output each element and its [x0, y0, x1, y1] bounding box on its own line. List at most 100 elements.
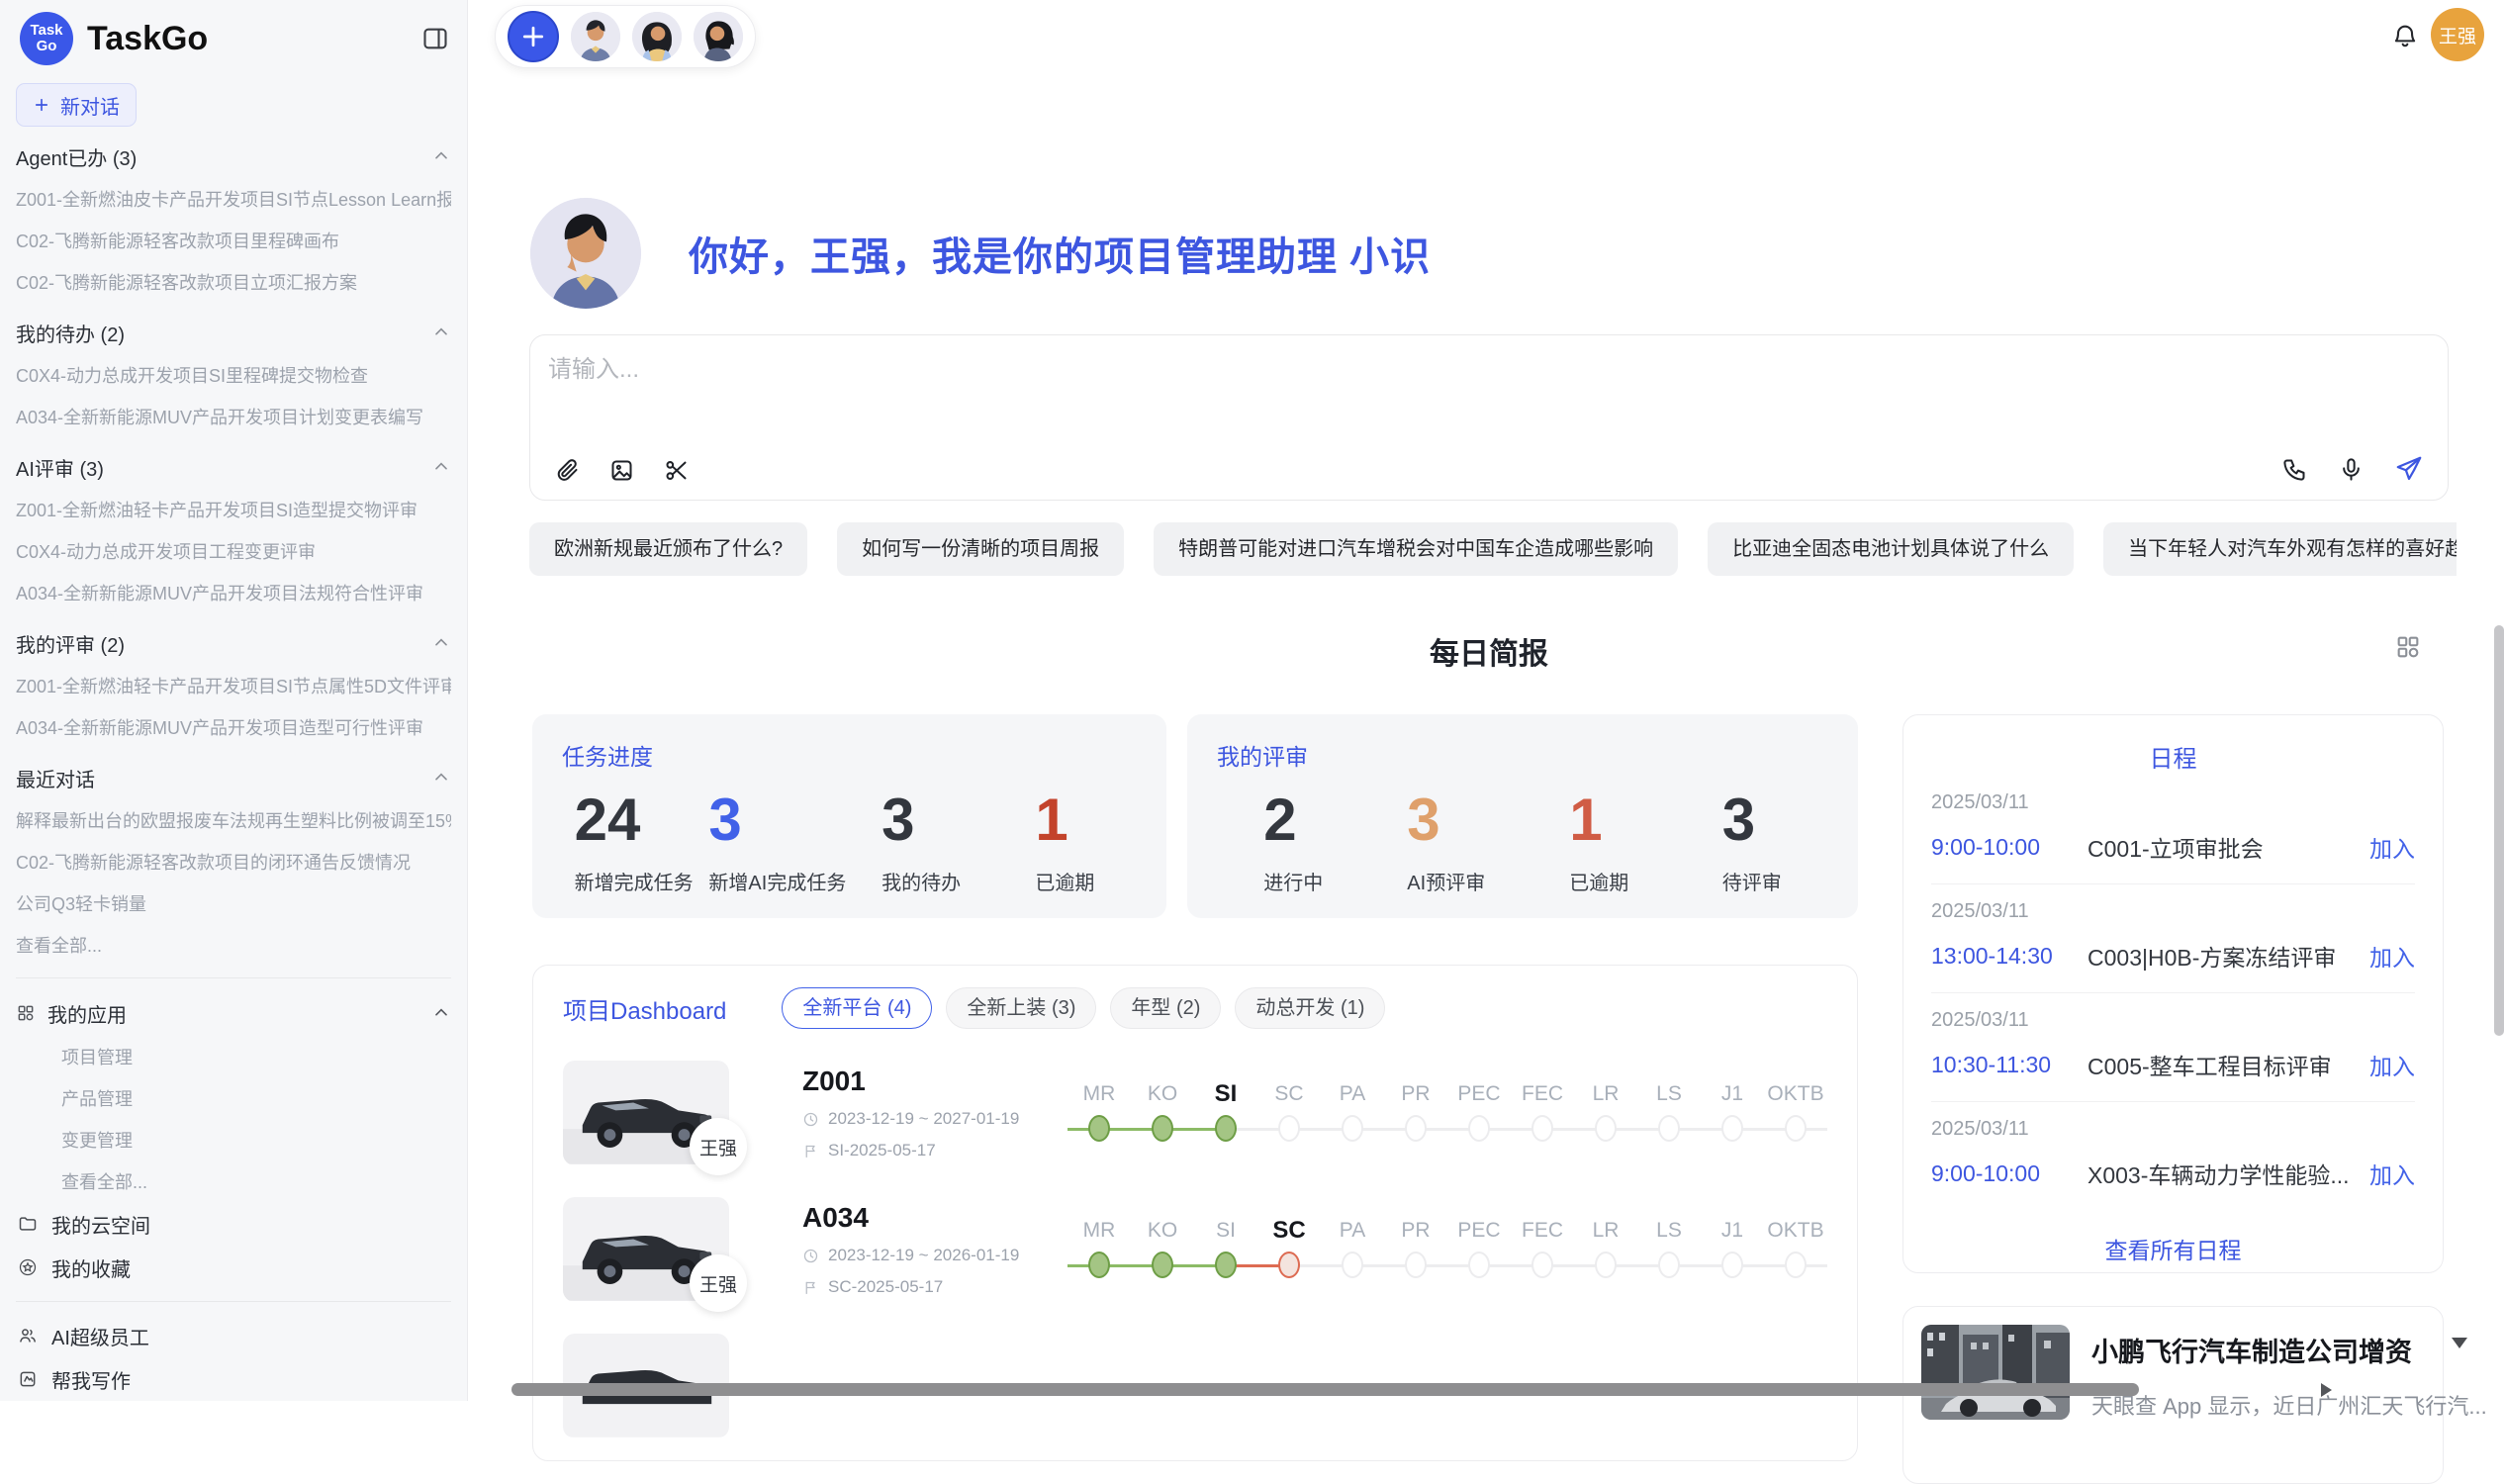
sidebar-item[interactable]: 公司Q3轻卡销量: [16, 882, 451, 924]
view-all-schedule-link[interactable]: 查看所有日程: [1931, 1232, 2415, 1265]
dashboard-title: 项目Dashboard: [563, 991, 726, 1026]
briefing-layout-icon[interactable]: [2394, 633, 2422, 661]
chevron-up-icon[interactable]: [431, 768, 451, 788]
chevron-up-icon[interactable]: [431, 633, 451, 653]
stat-value: 3: [881, 784, 961, 857]
my-apps-label: 我的应用: [47, 999, 419, 1028]
sidebar-link[interactable]: 我的收藏: [16, 1246, 451, 1289]
suggestion-chip[interactable]: 比亚迪全固态电池计划具体说了什么: [1708, 522, 2074, 576]
sidebar-item[interactable]: C0X4-动力总成开发项目SI里程碑提交物检查: [16, 354, 451, 396]
sidebar-section-header[interactable]: 我的评审 (2): [16, 621, 451, 665]
user-avatar[interactable]: 王强: [2431, 8, 2484, 61]
sidebar-app-item[interactable]: 项目管理: [16, 1036, 451, 1077]
notifications-bell-icon[interactable]: [2391, 22, 2419, 49]
insert-image-icon[interactable]: [608, 457, 635, 484]
logo-line1: Task: [30, 23, 62, 39]
event-time: 13:00-14:30: [1931, 943, 2088, 970]
milestone-J1: J1: [1701, 1213, 1764, 1286]
event-join-button[interactable]: 加入: [2369, 1048, 2415, 1081]
project-row[interactable]: 王强 A034 2023-12-19 ~ 2026-01-19 SC-2025-…: [563, 1197, 1827, 1302]
agent-avatar-3[interactable]: [694, 12, 743, 61]
sidebar-item[interactable]: A034-全新新能源MUV产品开发项目法规符合性评审: [16, 572, 451, 613]
briefing-content: 任务进度 24 新增完成任务 3 新增AI完成任务 3 我的待办 1 已逾期 我…: [532, 714, 2444, 1484]
project-code: A034: [802, 1202, 1067, 1234]
stat: 1 已逾期: [1035, 784, 1094, 895]
event-join-button[interactable]: 加入: [2369, 1157, 2415, 1190]
sidebar-item[interactable]: Z001-全新燃油皮卡产品开发项目SI节点Lesson Learn报告: [16, 178, 451, 220]
sidebar-item-my-apps[interactable]: 我的应用: [16, 990, 451, 1036]
dashboard-tab[interactable]: 全新平台 (4): [782, 987, 932, 1029]
suggestion-chip[interactable]: 欧洲新规最近颁布了什么?: [529, 522, 807, 576]
attach-file-icon[interactable]: [554, 457, 581, 484]
milestone-SI: SI: [1194, 1076, 1257, 1150]
microphone-icon[interactable]: [2338, 456, 2365, 483]
sidebar-item[interactable]: C02-飞腾新能源轻客改款项目里程碑画布: [16, 220, 451, 261]
sidebar-item[interactable]: A034-全新新能源MUV产品开发项目计划变更表编写: [16, 396, 451, 437]
dashboard-tab[interactable]: 年型 (2): [1110, 987, 1221, 1029]
folder-icon: [18, 1214, 38, 1234]
sidebar-collapse-icon[interactable]: [421, 25, 449, 52]
milestone-J1: J1: [1701, 1076, 1764, 1150]
event-join-button[interactable]: 加入: [2369, 939, 2415, 973]
chevron-up-icon[interactable]: [431, 323, 451, 342]
sidebar-item[interactable]: Z001-全新燃油轻卡产品开发项目SI节点属性5D文件评审: [16, 665, 451, 706]
people-icon: [18, 1326, 38, 1345]
screenshot-scissors-icon[interactable]: [663, 457, 690, 484]
sidebar-item[interactable]: C02-飞腾新能源轻客改款项目的闭环通告反馈情况: [16, 841, 451, 882]
project-code: Z001: [802, 1066, 1067, 1097]
vertical-scrollbar[interactable]: [2494, 625, 2504, 1036]
chevron-up-icon[interactable]: [431, 146, 451, 166]
section-title: AI评审 (3): [16, 453, 431, 482]
agent-avatar-2[interactable]: [632, 12, 682, 61]
sidebar-section-header[interactable]: Agent已办 (3): [16, 135, 451, 178]
link-label: 我的云空间: [51, 1210, 150, 1239]
suggestion-chip[interactable]: 如何写一份清晰的项目周报: [837, 522, 1124, 576]
suggestion-chip[interactable]: 当下年轻人对汽车外观有怎样的喜好趋势: [2103, 522, 2457, 576]
sidebar-section-header[interactable]: 最近对话: [16, 756, 451, 799]
sidebar-section-header[interactable]: 我的待办 (2): [16, 311, 451, 354]
suggestion-chip[interactable]: 特朗普可能对进口汽车增税会对中国车企造成哪些影响: [1154, 522, 1678, 576]
event-date: 2025/03/11: [1931, 1009, 2415, 1032]
sidebar-link[interactable]: 我的云空间: [16, 1202, 451, 1246]
write-icon: [18, 1369, 38, 1389]
chat-input[interactable]: [548, 349, 2230, 418]
add-agent-button[interactable]: [508, 11, 559, 62]
sidebar-item[interactable]: 查看全部...: [16, 924, 451, 966]
clock-icon: [802, 1248, 819, 1264]
star-icon: [18, 1257, 38, 1277]
sidebar-item[interactable]: C0X4-动力总成开发项目工程变更评审: [16, 530, 451, 572]
dashboard-tab[interactable]: 动总开发 (1): [1235, 987, 1385, 1029]
stat-card-title: 任务进度: [562, 738, 1137, 772]
scroll-down-arrow[interactable]: [2452, 1338, 2467, 1348]
dashboard-tabs: 全新平台 (4) 全新上装 (3) 年型 (2) 动总开发 (1): [782, 987, 1385, 1029]
horizontal-scrollbar[interactable]: [511, 1383, 2139, 1396]
event-name: C001-立项审批会: [2088, 830, 2369, 864]
chevron-up-icon[interactable]: [431, 457, 451, 477]
phone-call-icon[interactable]: [2281, 456, 2308, 483]
stat-value: 3: [708, 784, 846, 857]
sidebar-app-item[interactable]: 产品管理: [16, 1077, 451, 1119]
milestone-OKTB: OKTB: [1764, 1213, 1827, 1286]
project-row[interactable]: 王强 Z001 2023-12-19 ~ 2027-01-19 SI-2025-…: [563, 1061, 1827, 1165]
logo-line2: Go: [37, 39, 57, 54]
sidebar-link[interactable]: 帮我写作: [16, 1357, 451, 1401]
event-join-button[interactable]: 加入: [2369, 830, 2415, 864]
sidebar-item[interactable]: C02-飞腾新能源轻客改款项目立项汇报方案: [16, 261, 451, 303]
sidebar-app-item[interactable]: 查看全部...: [16, 1160, 451, 1202]
sidebar-link[interactable]: AI超级员工: [16, 1314, 451, 1357]
news-title: 小鹏飞行汽车制造公司增资: [2091, 1331, 2487, 1369]
new-chat-button[interactable]: 新对话: [16, 83, 137, 127]
new-chat-label: 新对话: [60, 91, 120, 120]
sidebar-item[interactable]: 解释最新出台的欧盟报废车法规再生塑料比例被调至15%...: [16, 799, 451, 841]
sidebar-item[interactable]: A034-全新新能源MUV产品开发项目造型可行性评审: [16, 706, 451, 748]
sidebar-item[interactable]: Z001-全新燃油轻卡产品开发项目SI造型提交物评审: [16, 489, 451, 530]
send-icon[interactable]: [2394, 454, 2424, 484]
sidebar: Task Go TaskGo 新对话 Agent已办 (3) Z001-全新燃油…: [0, 0, 468, 1401]
stat-label: 已逾期: [1035, 867, 1094, 895]
dashboard-tab[interactable]: 全新上装 (3): [946, 987, 1096, 1029]
sidebar-app-item[interactable]: 变更管理: [16, 1119, 451, 1160]
agent-avatar-1[interactable]: [571, 12, 620, 61]
sidebar-section-header[interactable]: AI评审 (3): [16, 445, 451, 489]
scroll-right-arrow[interactable]: [2321, 1383, 2332, 1397]
chevron-up-icon[interactable]: [431, 1003, 451, 1023]
